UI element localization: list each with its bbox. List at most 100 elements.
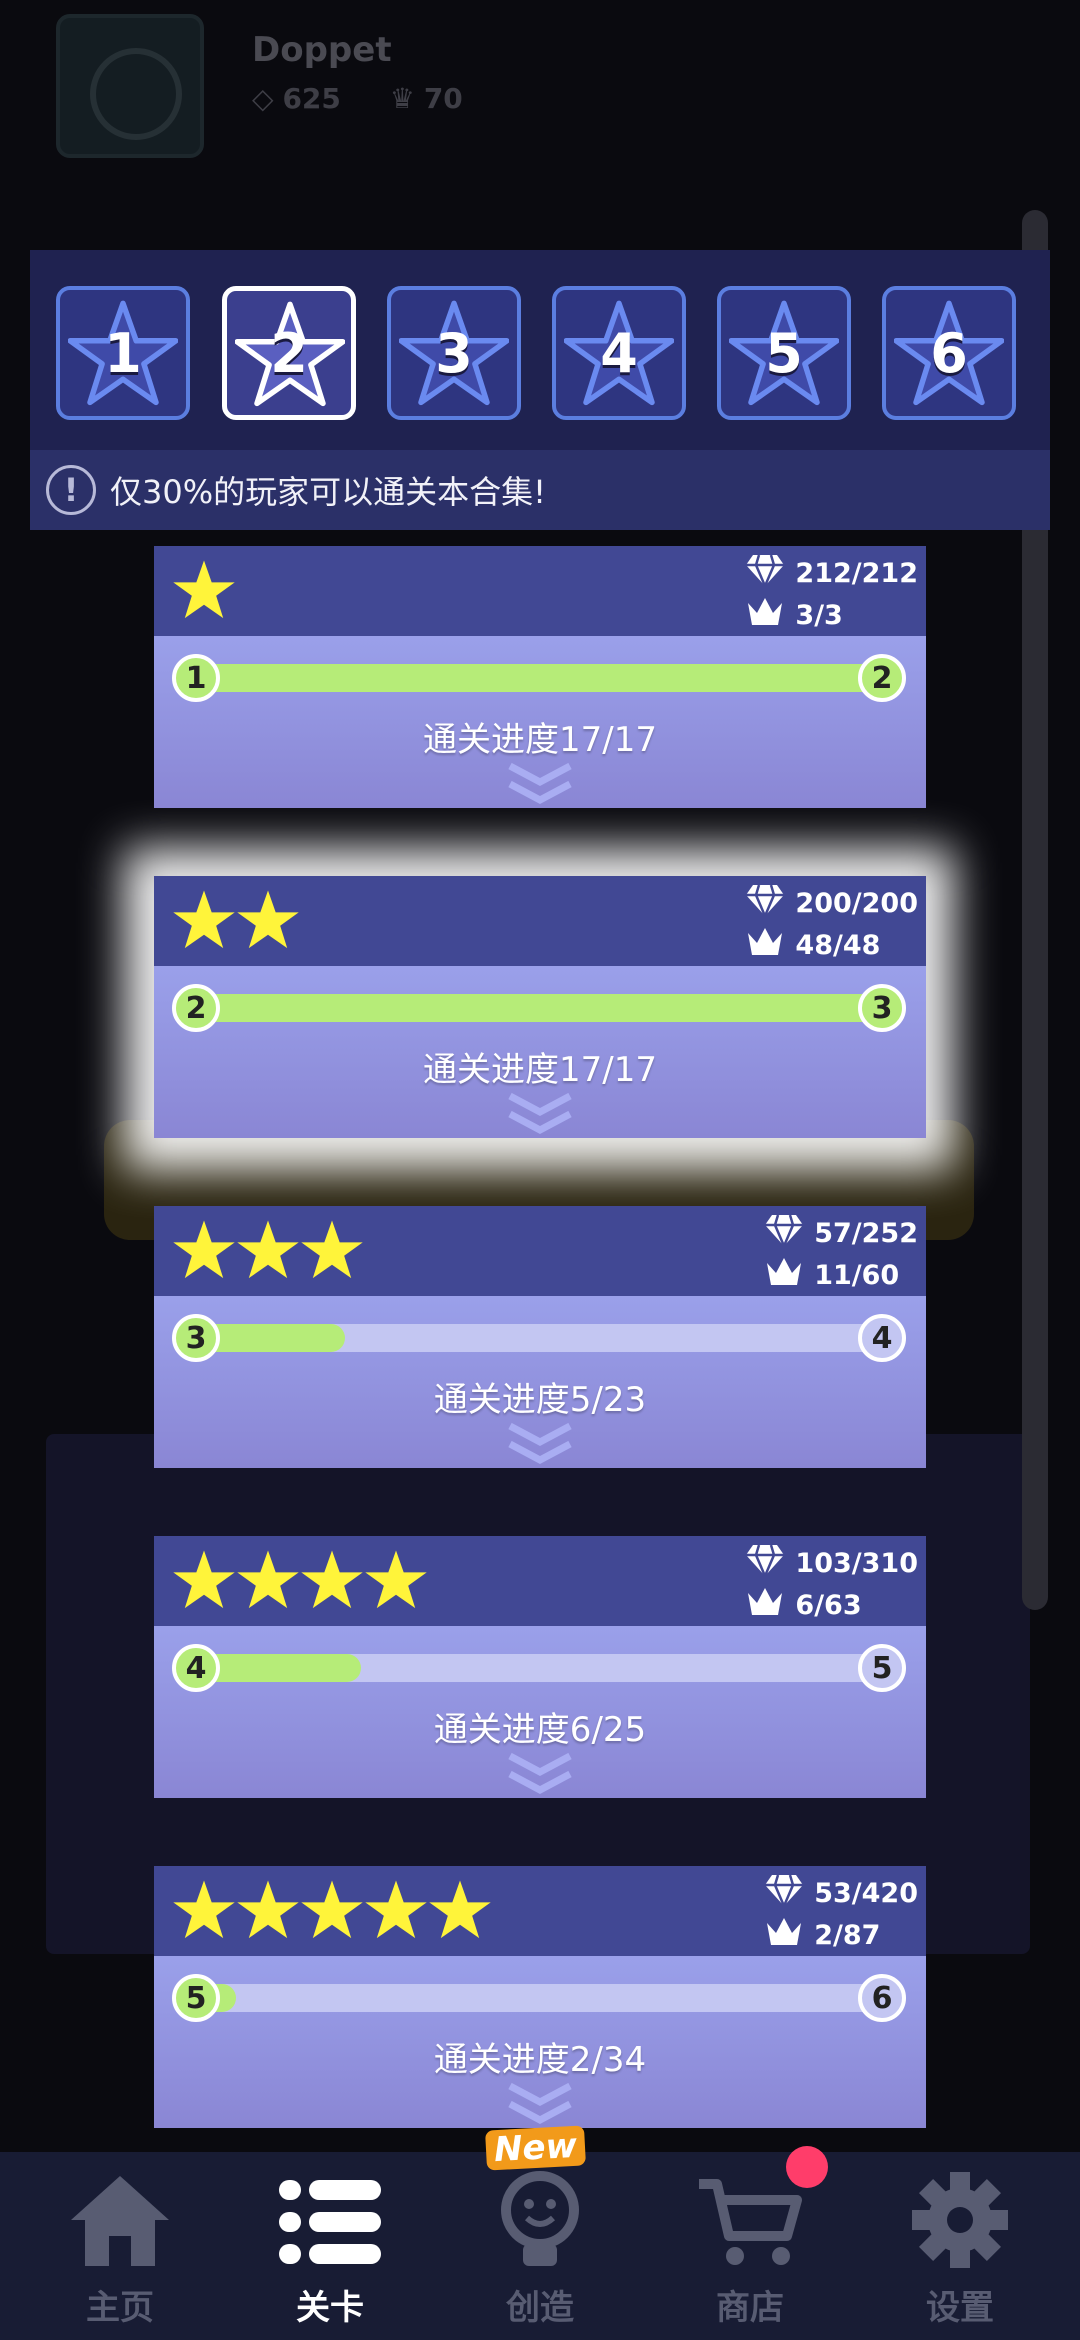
level-card[interactable]: 200/200 48/48 2 3 通关进度17/17 [154, 876, 926, 1138]
star-icon [236, 888, 300, 952]
card-header: 200/200 48/48 [154, 876, 926, 966]
star-icon [236, 1218, 300, 1282]
nav-create[interactable]: 创造 [432, 2152, 648, 2340]
progress-bar: 56 [172, 1974, 906, 2022]
star-icon [236, 1548, 300, 1612]
profile-name: Doppet [252, 30, 392, 70]
crown-stat: 6/63 [745, 1584, 918, 1626]
progress-track [196, 664, 882, 692]
level-card[interactable]: 103/310 6/63 4 5 通关进度6/25 [154, 1536, 926, 1798]
star-icon [172, 1878, 236, 1942]
notice-bar: ! 仅30%的玩家可以通关本合集! [30, 450, 1050, 530]
progress-text: 通关进度17/17 [423, 1050, 657, 1090]
nav-label: 设置 [926, 2288, 994, 2328]
progress-text: 通关进度17/17 [423, 720, 657, 760]
progress-bar: 23 [172, 984, 906, 1032]
progress-end-node: 6 [858, 1974, 906, 2022]
diamond-stat: 212/212 [745, 552, 918, 594]
tab-4[interactable]: 4 [552, 286, 686, 420]
star-icon [364, 1878, 428, 1942]
chevron-down-icon[interactable] [506, 1420, 574, 1468]
progress-end-node: 5 [858, 1644, 906, 1692]
level-card[interactable]: 53/420 2/87 5 6 通关进度2/34 [154, 1866, 926, 2128]
crown-value: 2/87 [814, 1919, 881, 1951]
star-icon [300, 1878, 364, 1942]
crown-value: 48/48 [795, 929, 881, 961]
star-icon [300, 1548, 364, 1612]
nav-levels[interactable]: 关卡 [222, 2152, 438, 2340]
crown-stat: 11/60 [764, 1254, 918, 1296]
star-icon [364, 1548, 428, 1612]
card-stats: 103/310 6/63 [745, 1542, 918, 1626]
difficulty-stars [172, 1878, 492, 1942]
card-stats: 53/420 2/87 [764, 1872, 918, 1956]
difficulty-stars [172, 1548, 428, 1612]
difficulty-stars [172, 1218, 364, 1282]
diamond-stat: 103/310 [745, 1542, 918, 1584]
tab-label: 5 [765, 321, 803, 385]
diamond-icon [764, 1873, 814, 1914]
nav-settings[interactable]: 设置 [852, 2152, 1068, 2340]
new-badge: New [485, 2125, 586, 2171]
difficulty-stars [172, 888, 300, 952]
gear-icon [912, 2172, 1008, 2268]
star-icon [172, 558, 236, 622]
diamond-icon [745, 1543, 795, 1584]
tab-label: 6 [930, 321, 968, 385]
tab-6[interactable]: 6 [882, 286, 1016, 420]
progress-start-node: 5 [172, 1974, 220, 2022]
star-icon [172, 1218, 236, 1282]
tab-label: 4 [600, 321, 638, 385]
bottom-nav: 主页 关卡 创造 商店 设置 [0, 2152, 1080, 2340]
diamond-stat: 57/252 [764, 1212, 918, 1254]
diamond-value: 212/212 [795, 557, 918, 589]
progress-start-node: 1 [172, 654, 220, 702]
tab-label: 2 [270, 321, 308, 385]
notice-text: 仅30%的玩家可以通关本合集! [110, 473, 546, 511]
progress-fill [196, 664, 882, 692]
diamond-count: ◇ 625 [252, 82, 341, 115]
tab-label: 1 [104, 321, 142, 385]
chevron-down-icon[interactable] [506, 760, 574, 808]
info-icon: ! [46, 465, 96, 515]
progress-fill [196, 1654, 361, 1682]
star-icon [236, 1878, 300, 1942]
nav-shop[interactable]: 商店 [642, 2152, 858, 2340]
star-icon [172, 888, 236, 952]
card-stats: 200/200 48/48 [745, 882, 918, 966]
crown-icon [745, 1585, 795, 1626]
card-header: 212/212 3/3 [154, 546, 926, 636]
chevron-down-icon[interactable] [506, 1750, 574, 1798]
progress-bar: 45 [172, 1644, 906, 1692]
progress-text: 通关进度5/23 [433, 1380, 647, 1420]
difficulty-tabs-panel: 1 2 3 4 5 6 ! 仅30%的玩家可以通关本合集! [30, 250, 1050, 530]
progress-start-node: 2 [172, 984, 220, 1032]
progress-text: 通关进度6/25 [433, 1710, 647, 1750]
diamond-value: 53/420 [814, 1877, 918, 1909]
crown-value: 11/60 [814, 1259, 900, 1291]
crown-value: 3/3 [795, 599, 843, 631]
diamond-icon [764, 1213, 814, 1254]
diamond-value: 103/310 [795, 1547, 918, 1579]
star-icon [428, 1878, 492, 1942]
progress-track [196, 994, 882, 1022]
nav-home[interactable]: 主页 [12, 2152, 228, 2340]
progress-start-node: 3 [172, 1314, 220, 1362]
tab-3[interactable]: 3 [387, 286, 521, 420]
diamond-icon [745, 883, 795, 924]
avatar [56, 14, 204, 158]
progress-bar: 12 [172, 654, 906, 702]
card-stats: 57/252 11/60 [764, 1212, 918, 1296]
chevron-down-icon[interactable] [506, 1090, 574, 1138]
tab-1[interactable]: 1 [56, 286, 190, 420]
card-header: 53/420 2/87 [154, 1866, 926, 1956]
level-card[interactable]: 57/252 11/60 3 4 通关进度5/23 [154, 1206, 926, 1468]
crown-icon [764, 1915, 814, 1956]
crown-stat: 2/87 [764, 1914, 918, 1956]
tab-2[interactable]: 2 [222, 286, 356, 420]
chevron-down-icon[interactable] [506, 2080, 574, 2128]
home-icon [71, 2176, 169, 2266]
level-card[interactable]: 212/212 3/3 1 2 通关进度17/17 [154, 546, 926, 808]
tab-5[interactable]: 5 [717, 286, 851, 420]
crown-icon [764, 1255, 814, 1296]
